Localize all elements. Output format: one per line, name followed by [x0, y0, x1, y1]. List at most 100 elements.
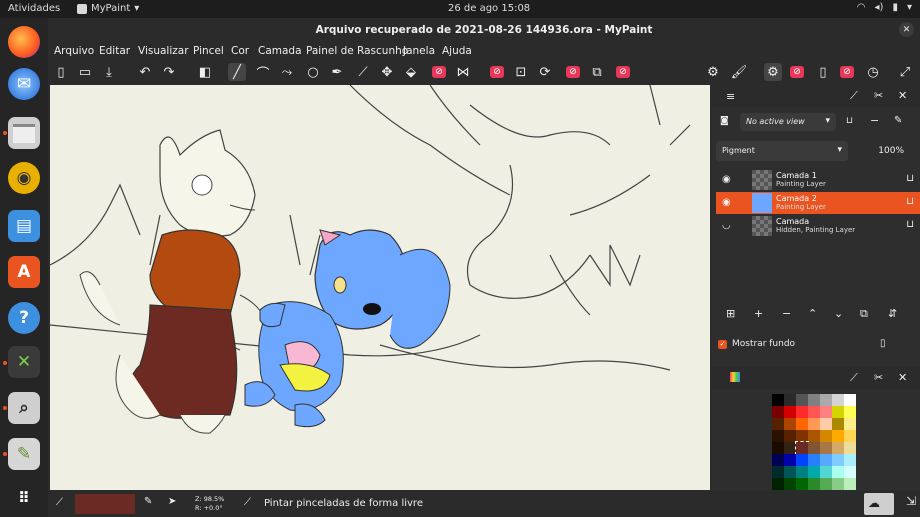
palette-swatch[interactable] — [844, 418, 856, 430]
new-file-icon[interactable]: ▯ — [52, 63, 70, 81]
app-menu[interactable]: MyPaint ▾ — [77, 3, 139, 14]
brush-icon[interactable]: ⟋ — [850, 89, 858, 103]
drawing-canvas[interactable] — [50, 85, 710, 490]
palette-swatch[interactable] — [808, 406, 820, 418]
eye-closed-icon[interactable]: ◡ — [722, 220, 731, 231]
system-tray[interactable]: ◠ ◂) ▮ ▾ — [857, 2, 912, 13]
palette-swatch[interactable] — [796, 406, 808, 418]
curve-tool-icon[interactable]: ⌒ — [254, 63, 272, 82]
palette-swatch[interactable] — [820, 454, 832, 466]
add-layer-icon[interactable]: + — [754, 307, 763, 320]
apps-tools-icon[interactable]: ✕ — [8, 346, 40, 378]
menu-painel-rascunho[interactable]: Painel de Rascunho — [306, 45, 408, 57]
palette-swatch[interactable] — [808, 454, 820, 466]
palette-swatch[interactable] — [820, 430, 832, 442]
menu-camada[interactable]: Camada — [258, 45, 302, 57]
pan-tool-icon[interactable]: ✥ — [378, 63, 396, 81]
palette-swatch[interactable] — [784, 466, 796, 478]
view-select[interactable]: No active view ▾ — [740, 113, 836, 131]
opacity-value[interactable]: 100% — [878, 146, 904, 156]
ellipse-tool-icon[interactable]: ○ — [304, 63, 322, 81]
zoom-tool-icon[interactable]: ⊡ — [512, 63, 530, 81]
palette-swatch[interactable] — [808, 418, 820, 430]
missing-icon[interactable]: ⊘ — [840, 66, 854, 78]
menu-editar[interactable]: Editar — [99, 45, 130, 57]
brush-settings-icon[interactable]: ⚙ — [704, 63, 722, 81]
move-layer-up-icon[interactable]: ⌃ — [808, 307, 817, 320]
remove-view-icon[interactable]: − — [870, 114, 879, 127]
writer-icon[interactable]: ▤ — [8, 210, 40, 242]
unlock-icon[interactable]: ⊔ — [906, 173, 914, 184]
redo-icon[interactable]: ↷ — [160, 63, 178, 81]
palette-swatch[interactable] — [784, 418, 796, 430]
missing-icon[interactable]: ⊘ — [490, 66, 504, 78]
duplicate-layer-icon[interactable]: ⧉ — [860, 307, 868, 321]
palette-swatch[interactable] — [808, 466, 820, 478]
palette-swatch[interactable] — [796, 454, 808, 466]
layers-tab-icon[interactable]: ≡ — [726, 90, 735, 103]
palette-swatch[interactable] — [784, 394, 796, 406]
inking-tool-icon[interactable]: ✒ — [328, 63, 346, 81]
palette-swatch[interactable] — [772, 466, 784, 478]
palette-swatch[interactable] — [796, 394, 808, 406]
palette-swatch[interactable] — [820, 442, 832, 454]
palette-swatch[interactable] — [808, 430, 820, 442]
color-picker-icon[interactable]: ⟋ — [354, 63, 372, 81]
frame-tool-icon[interactable]: ⧉ — [588, 63, 606, 81]
menu-visualizar[interactable]: Visualizar — [138, 45, 189, 57]
menu-janela[interactable]: Janela — [403, 45, 435, 57]
mypaint-dock-icon[interactable]: ✎ — [8, 438, 40, 470]
fill-tool-icon[interactable]: ⬙ — [402, 63, 420, 81]
missing-icon[interactable]: ⊘ — [790, 66, 804, 78]
files-icon[interactable] — [8, 117, 40, 149]
palette-swatch[interactable] — [844, 430, 856, 442]
tools-icon[interactable]: ✂ — [874, 371, 883, 384]
lock-view-icon[interactable]: ⊔ — [846, 116, 853, 126]
missing-icon[interactable]: ⊘ — [616, 66, 630, 78]
eraser-icon[interactable]: ◧ — [196, 63, 214, 81]
palette-swatch[interactable] — [832, 442, 844, 454]
palette-swatch[interactable] — [796, 466, 808, 478]
palette-swatch[interactable] — [832, 478, 844, 490]
unlock-icon[interactable]: ⊔ — [906, 196, 914, 207]
palette-swatch[interactable] — [772, 430, 784, 442]
palette-swatch[interactable] — [820, 394, 832, 406]
menu-pincel[interactable]: Pincel — [193, 45, 224, 57]
tools-icon[interactable]: ✂ — [874, 89, 883, 102]
menu-cor[interactable]: Cor — [231, 45, 249, 57]
missing-icon[interactable]: ⊘ — [432, 66, 446, 78]
menu-arquivo[interactable]: Arquivo — [54, 45, 94, 57]
unlock-icon[interactable]: ⊔ — [906, 219, 914, 230]
camera-icon[interactable]: ◙ — [720, 116, 729, 126]
scratchpad-icon[interactable]: ▯ — [814, 63, 832, 81]
palette-swatch[interactable] — [844, 394, 856, 406]
missing-icon[interactable]: ⊘ — [566, 66, 580, 78]
palette-swatch[interactable] — [772, 394, 784, 406]
firefox-icon[interactable] — [8, 26, 40, 58]
rhythmbox-icon[interactable]: ◉ — [8, 162, 40, 194]
palette-swatch[interactable] — [784, 454, 796, 466]
show-background-checkbox[interactable]: ✓ — [718, 340, 727, 349]
undo-icon[interactable]: ↶ — [136, 63, 154, 81]
remove-layer-icon[interactable]: − — [782, 307, 791, 320]
palette-swatch[interactable] — [808, 394, 820, 406]
palette-swatch[interactable] — [832, 430, 844, 442]
palette-swatch[interactable] — [832, 394, 844, 406]
palette-tab-icon[interactable] — [730, 372, 740, 382]
palette-swatch[interactable] — [844, 454, 856, 466]
brushes-icon[interactable]: 🖌 — [730, 63, 748, 81]
palette-swatch[interactable] — [844, 406, 856, 418]
palette-swatch[interactable] — [772, 418, 784, 430]
close-panel-icon[interactable]: ✕ — [898, 371, 907, 384]
layer-row-active[interactable]: ◉ Camada 2 Painting Layer ⊔ — [716, 192, 920, 214]
palette-swatch[interactable] — [820, 478, 832, 490]
show-apps-icon[interactable]: ⠿ — [8, 482, 40, 514]
palette-swatch[interactable] — [808, 442, 820, 454]
palette-swatch[interactable] — [844, 478, 856, 490]
pointer-icon[interactable]: ➤ — [168, 496, 176, 507]
open-file-icon[interactable]: ▭ — [76, 63, 94, 81]
brush-pen-icon[interactable]: ⟋ — [56, 497, 63, 508]
menu-ajuda[interactable]: Ajuda — [442, 45, 472, 57]
close-window-button[interactable]: ✕ — [899, 22, 914, 37]
palette-swatch[interactable] — [796, 478, 808, 490]
